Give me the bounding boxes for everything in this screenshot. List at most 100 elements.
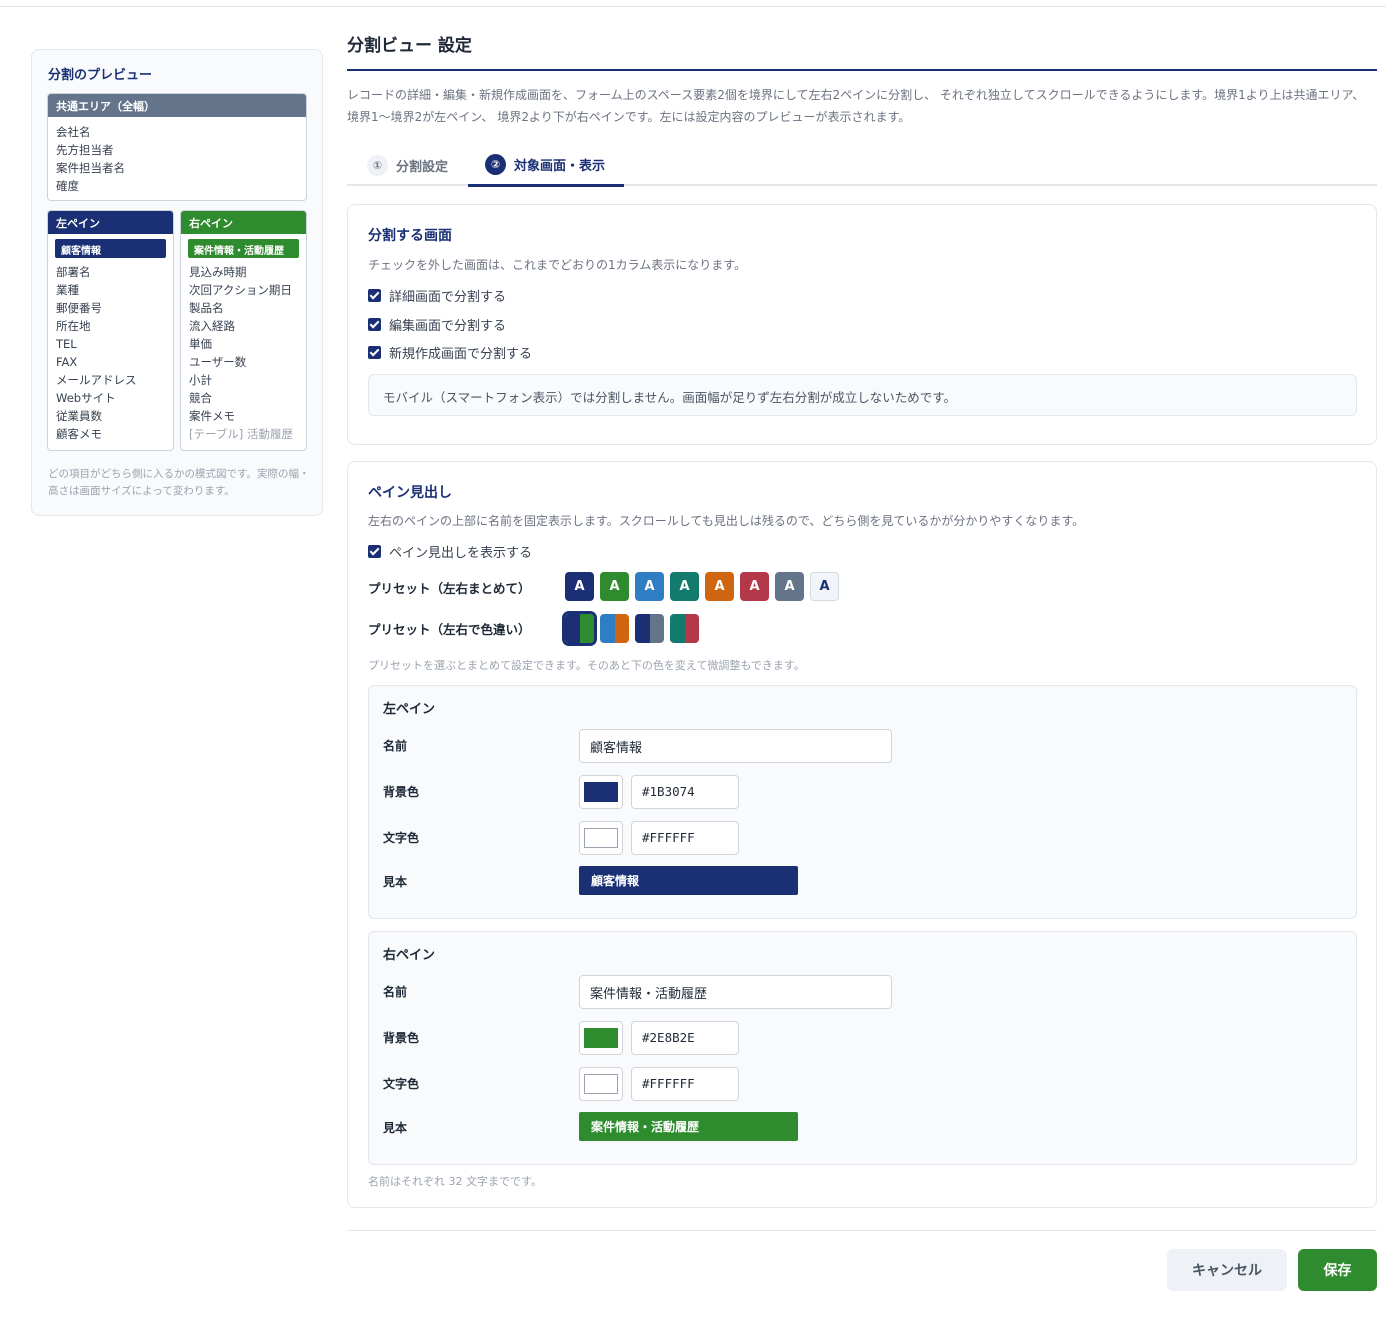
checkbox-label: 編集画面で分割する xyxy=(389,319,507,334)
right-pane-title: 右ペイン xyxy=(383,948,436,963)
preview-field: 先方担当者 xyxy=(56,143,114,157)
left-pane-settings: 左ペイン 名前 背景色 #1B3074 文字色 #FFFFFF 見本 顧客情報 xyxy=(368,685,1357,919)
preview-note: どの項目がどちら側に入るかの模式図です。実際の幅・高さは画面サイズによって変わり… xyxy=(48,468,310,497)
preset-dual-blue-orange[interactable] xyxy=(600,614,629,643)
right-pane-name-input[interactable] xyxy=(579,975,892,1009)
right-pane-sample: 案件情報・活動履歴 xyxy=(579,1112,798,1141)
split-screens-card: 分割する画面 チェックを外した画面は、これまでどおりの1カラム表示になります。 … xyxy=(347,204,1377,445)
preview-field: 所在地 xyxy=(56,319,91,333)
footer-divider xyxy=(347,1230,1377,1231)
card-description: チェックを外した画面は、これまでどおりの1カラム表示になります。 xyxy=(368,258,747,272)
left-pane-bg-color-picker[interactable] xyxy=(579,775,623,809)
checkbox-detail-screen[interactable]: 詳細画面で分割する xyxy=(368,286,506,305)
save-button[interactable]: 保存 xyxy=(1298,1249,1377,1291)
preset-dual-navy-green[interactable] xyxy=(562,611,597,646)
preview-common-area: 共通エリア（全幅） 会社名 先方担当者 案件担当者名 確度 xyxy=(47,93,307,201)
right-pane-text-color-picker[interactable] xyxy=(579,1067,623,1101)
tab-split-settings[interactable]: ① 分割設定 xyxy=(367,144,448,186)
checkbox-new-screen[interactable]: 新規作成画面で分割する xyxy=(368,343,532,362)
sample-label: 見本 xyxy=(383,1121,408,1135)
page-title: 分割ビュー 設定 xyxy=(347,36,472,56)
bg-color-label: 背景色 xyxy=(383,785,420,799)
text-color-label: 文字色 xyxy=(383,1077,420,1091)
preview-left-pane: 左ペイン 顧客情報 部署名 業種 郵便番号 所在地 TEL FAX メールアドレ… xyxy=(47,210,174,451)
left-pane-name-input[interactable] xyxy=(579,729,892,763)
checkbox-checked-icon[interactable] xyxy=(368,289,381,302)
right-pane-bg-hex-input[interactable]: #2E8B2E xyxy=(631,1021,739,1055)
preview-common-header: 共通エリア（全幅） xyxy=(48,94,306,117)
preview-right-header: 右ペイン xyxy=(181,211,306,234)
preview-field: 顧客メモ xyxy=(56,427,102,441)
preview-field: 郵便番号 xyxy=(56,301,102,315)
preset-swatch-green[interactable]: A xyxy=(600,572,629,601)
preview-field: Webサイト xyxy=(56,391,116,405)
preview-field: 会社名 xyxy=(56,125,91,139)
card-description: 左右のペインの上部に名前を固定表示します。スクロールしても見出しは残るので、どち… xyxy=(368,514,1085,528)
preset-note: プリセットを選ぶとまとめて設定できます。そのあと下の色を変えて微調整もできます。 xyxy=(368,659,805,672)
preview-right-fields: 見込み時期 次回アクション期日 製品名 流入経路 単価 ユーザー数 小計 競合 … xyxy=(181,261,306,443)
left-pane-text-hex-input[interactable]: #FFFFFF xyxy=(631,821,739,855)
name-label: 名前 xyxy=(383,985,408,999)
preset-uniform-label: プリセット（左右まとめて） xyxy=(368,581,531,596)
preview-field: 案件メモ xyxy=(189,409,235,423)
right-pane-text-hex-input[interactable]: #FFFFFF xyxy=(631,1067,739,1101)
preview-field: 確度 xyxy=(56,179,79,193)
preset-swatch-teal[interactable]: A xyxy=(670,572,699,601)
tab-target-screens-display[interactable]: ② 対象画面・表示 xyxy=(468,144,624,187)
preview-left-badge: 顧客情報 xyxy=(55,239,166,258)
preset-swatch-gray[interactable]: A xyxy=(775,572,804,601)
right-pane-bg-color-picker[interactable] xyxy=(579,1021,623,1055)
title-divider xyxy=(347,69,1377,71)
preset-swatch-blue[interactable]: A xyxy=(635,572,664,601)
checkbox-checked-icon[interactable] xyxy=(368,545,381,558)
settings-tabs: ① 分割設定 ② 対象画面・表示 xyxy=(347,144,1377,187)
cancel-button[interactable]: キャンセル xyxy=(1167,1249,1287,1291)
preview-title: 分割のプレビュー xyxy=(48,68,153,83)
tab-number: ① xyxy=(367,154,388,176)
preset-dual-navy-gray[interactable] xyxy=(635,614,664,643)
name-length-note: 名前はそれぞれ 32 文字までです。 xyxy=(368,1175,542,1188)
preview-field: 競合 xyxy=(189,391,212,405)
preview-field: メールアドレス xyxy=(56,373,137,387)
preview-field: 製品名 xyxy=(189,301,224,315)
checkbox-edit-screen[interactable]: 編集画面で分割する xyxy=(368,315,506,334)
checkbox-label: 新規作成画面で分割する xyxy=(389,347,533,362)
preview-field: 単価 xyxy=(189,337,212,351)
page-intro: レコードの詳細・編集・新規作成画面を、フォーム上のスペース要素2個を境界にして左… xyxy=(347,88,1365,124)
pane-heading-card: ペイン見出し 左右のペインの上部に名前を固定表示します。スクロールしても見出しは… xyxy=(347,461,1377,1208)
left-pane-title: 左ペイン xyxy=(383,702,436,717)
preview-table-field: [テーブル] 活動履歴 xyxy=(189,427,293,441)
preset-swatch-light[interactable]: A xyxy=(810,572,839,601)
preset-swatch-red[interactable]: A xyxy=(740,572,769,601)
preview-right-badge: 案件情報・活動履歴 xyxy=(188,239,299,258)
preview-field: 見込み時期 xyxy=(189,265,247,279)
card-title: 分割する画面 xyxy=(368,228,452,244)
preview-field: FAX xyxy=(56,355,78,369)
checkbox-label: ペイン見出しを表示する xyxy=(389,546,533,561)
checkbox-label: 詳細画面で分割する xyxy=(389,290,507,305)
preview-field: 部署名 xyxy=(56,265,91,279)
preset-dual-teal-red[interactable] xyxy=(670,614,699,643)
preset-swatch-orange[interactable]: A xyxy=(705,572,734,601)
checkbox-checked-icon[interactable] xyxy=(368,346,381,359)
preview-left-fields: 部署名 業種 郵便番号 所在地 TEL FAX メールアドレス Webサイト 従… xyxy=(48,261,173,443)
checkbox-checked-icon[interactable] xyxy=(368,318,381,331)
mobile-notice: モバイル（スマートフォン表示）では分割しません。画面幅が足りず左右分割が成立しな… xyxy=(368,374,1357,416)
tab-label: 対象画面・表示 xyxy=(514,158,606,174)
checkbox-show-pane-heading[interactable]: ペイン見出しを表示する xyxy=(368,542,532,561)
preview-common-fields: 会社名 先方担当者 案件担当者名 確度 xyxy=(48,117,306,195)
left-pane-bg-hex-input[interactable]: #1B3074 xyxy=(631,775,739,809)
preview-field: TEL xyxy=(56,337,77,351)
preview-field: 業種 xyxy=(56,283,79,297)
preview-field: 従業員数 xyxy=(56,409,102,423)
split-preview-panel: 分割のプレビュー 共通エリア（全幅） 会社名 先方担当者 案件担当者名 確度 左… xyxy=(31,49,323,516)
left-pane-sample: 顧客情報 xyxy=(579,866,798,895)
right-pane-settings: 右ペイン 名前 背景色 #2E8B2E 文字色 #FFFFFF 見本 案件情報・… xyxy=(368,931,1357,1165)
preset-swatch-navy[interactable]: A xyxy=(565,572,594,601)
preview-field: 小計 xyxy=(189,373,212,387)
left-pane-text-color-picker[interactable] xyxy=(579,821,623,855)
text-color-label: 文字色 xyxy=(383,831,420,845)
preview-field: 次回アクション期日 xyxy=(189,283,292,297)
preview-field: 案件担当者名 xyxy=(56,161,125,175)
preview-right-pane: 右ペイン 案件情報・活動履歴 見込み時期 次回アクション期日 製品名 流入経路 … xyxy=(180,210,307,451)
